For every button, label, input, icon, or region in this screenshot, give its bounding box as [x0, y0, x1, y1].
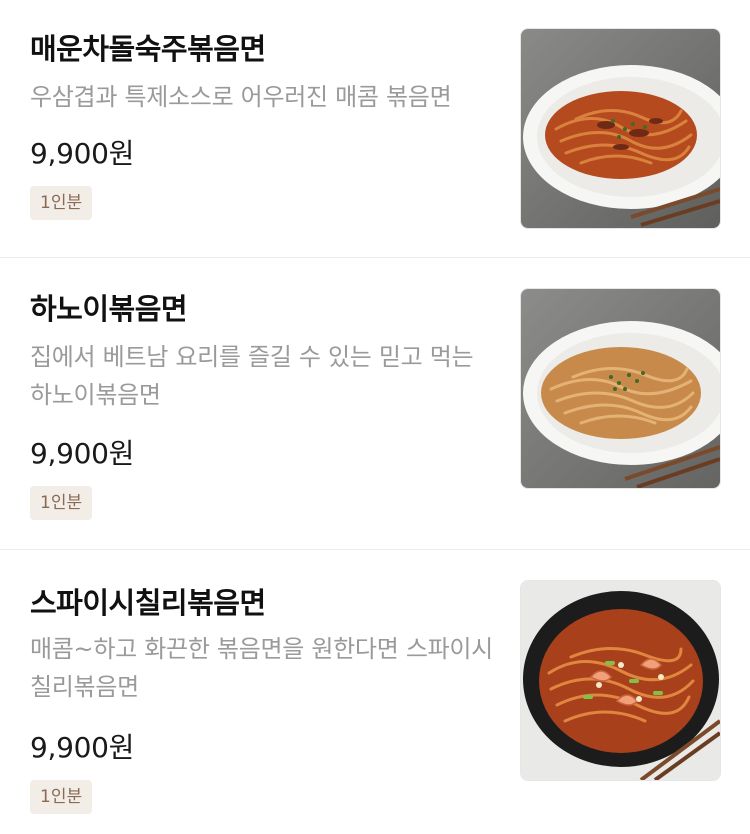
menu-item-price: 9,900원 — [30, 731, 135, 764]
noodle-plate-illustration — [521, 29, 720, 228]
menu-item-name: 하노이볶음면 — [30, 292, 188, 326]
menu-item-price: 9,900원 — [30, 137, 135, 170]
noodle-plate-illustration — [521, 581, 720, 780]
menu-item-spicy-chadol-sukju[interactable]: 매운차돌숙주볶음면 우삼겹과 특제소스로 어우러진 매콤 볶음면 9,900원 … — [0, 0, 750, 258]
menu-item-description: 우삼겹과 특제소스로 어우러진 매콤 볶음면 — [30, 83, 452, 111]
menu-item-hanoi[interactable]: 하노이볶음면 집에서 베트남 요리를 즐길 수 있는 믿고 먹는 하노이볶음면 … — [0, 258, 750, 550]
menu-item-photo[interactable] — [520, 288, 721, 489]
menu-item-description: 매콤~하고 화끈한 볶음면을 원한다면 스파이시칠리볶음면 — [30, 635, 493, 701]
menu-item-spicy-chili[interactable]: 스파이시칠리볶음면 매콤~하고 화끈한 볶음면을 원한다면 스파이시칠리볶음면 … — [0, 550, 750, 834]
menu-item-name: 스파이시칠리볶음면 — [30, 586, 266, 620]
serving-badge: 1인분 — [30, 780, 93, 814]
serving-badge: 1인분 — [30, 486, 93, 520]
serving-badge: 1인분 — [30, 186, 93, 220]
menu-item-name: 매운차돌숙주볶음면 — [30, 32, 266, 66]
menu-item-photo[interactable] — [520, 580, 721, 781]
menu-item-price: 9,900원 — [30, 437, 135, 470]
menu-item-photo[interactable] — [520, 28, 721, 229]
noodle-plate-illustration — [521, 289, 720, 488]
menu-list: 매운차돌숙주볶음면 우삼겹과 특제소스로 어우러진 매콤 볶음면 9,900원 … — [0, 0, 750, 834]
menu-item-description: 집에서 베트남 요리를 즐길 수 있는 믿고 먹는 하노이볶음면 — [30, 343, 474, 409]
